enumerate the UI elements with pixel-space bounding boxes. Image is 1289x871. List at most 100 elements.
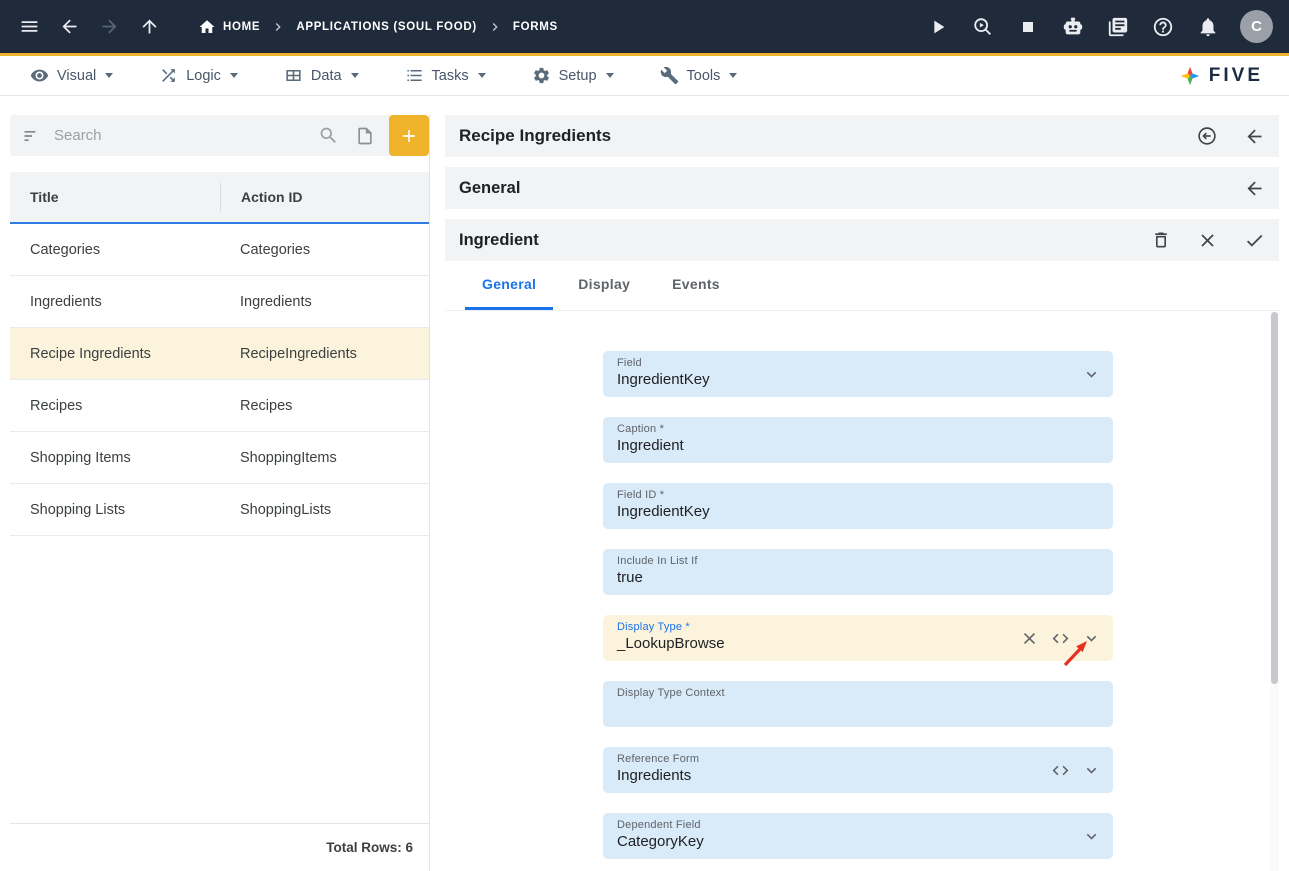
field-dependent-field[interactable]: Dependent Field CategoryKey (603, 813, 1113, 859)
clear-icon[interactable] (1020, 629, 1039, 648)
column-header-action-id[interactable]: Action ID (220, 183, 429, 211)
breadcrumb-applications[interactable]: APPLICATIONS (SOUL FOOD) (296, 21, 477, 33)
gear-icon (532, 66, 551, 85)
table-row[interactable]: Shopping Items ShoppingItems (10, 432, 429, 484)
arrow-up-icon (139, 16, 160, 37)
column-header-title[interactable]: Title (10, 189, 220, 205)
forms-table: Title Action ID Categories Categories In… (10, 172, 429, 536)
avatar[interactable]: C (1240, 10, 1273, 43)
page-title: Recipe Ingredients (459, 126, 611, 146)
menu-toolbar: Visual Logic Data Tasks (0, 56, 1289, 96)
tab-events[interactable]: Events (655, 261, 737, 310)
field-value: IngredientKey (617, 503, 1099, 521)
add-form-button[interactable] (389, 115, 429, 156)
general-collapse-button[interactable] (1244, 178, 1265, 199)
table-row[interactable]: Categories Categories (10, 224, 429, 276)
delete-button[interactable] (1151, 230, 1171, 250)
code-icon[interactable] (1051, 761, 1070, 780)
menu-tools[interactable]: Tools (660, 66, 738, 85)
table-row[interactable]: Shopping Lists ShoppingLists (10, 484, 429, 536)
field-field-id[interactable]: Field ID * IngredientKey (603, 483, 1113, 529)
field-include-in-list-if[interactable]: Include In List If true (603, 549, 1113, 595)
five-spark-icon (1179, 65, 1201, 87)
save-button[interactable] (1244, 230, 1265, 251)
menu-visual[interactable]: Visual (30, 66, 113, 85)
tab-general[interactable]: General (465, 261, 553, 310)
cancel-button[interactable] (1197, 230, 1218, 251)
form-editor-panel: Recipe Ingredients General Ingredient (445, 115, 1279, 871)
field-display-type-context[interactable]: Display Type Context (603, 681, 1113, 727)
tab-display[interactable]: Display (561, 261, 647, 310)
up-button[interactable] (136, 14, 162, 40)
back-button[interactable] (56, 14, 82, 40)
checklist-icon (405, 66, 424, 85)
menu-data[interactable]: Data (284, 66, 359, 85)
cell-title: Shopping Items (10, 450, 220, 466)
field-form: Field IngredientKey Caption * Ingredient… (445, 311, 1279, 859)
help-button[interactable] (1150, 14, 1176, 40)
notifications-button[interactable] (1195, 14, 1221, 40)
cell-title: Categories (10, 242, 220, 258)
arrow-forward-icon (99, 16, 120, 37)
menu-tools-label: Tools (687, 68, 721, 84)
search-icon[interactable] (318, 125, 339, 146)
breadcrumb-forms[interactable]: FORMS (513, 21, 558, 33)
cell-title: Shopping Lists (10, 502, 220, 518)
chevron-right-icon (270, 19, 286, 35)
field-label: Reference Form (617, 753, 1099, 765)
field-label: Field (617, 357, 1099, 369)
home-icon (198, 18, 216, 36)
run-button[interactable] (925, 14, 951, 40)
field-value: CategoryKey (617, 833, 1099, 851)
topbar-actions: C (925, 10, 1273, 43)
hamburger-menu-button[interactable] (16, 14, 42, 40)
menu-setup[interactable]: Setup (532, 66, 614, 85)
robot-icon (1062, 16, 1084, 38)
bell-icon (1197, 16, 1219, 38)
field-reference-form[interactable]: Reference Form Ingredients (603, 747, 1113, 793)
table-row[interactable]: Ingredients Ingredients (10, 276, 429, 328)
cell-action-id: ShoppingLists (220, 502, 429, 518)
general-section-bar: General (445, 167, 1279, 209)
menu-tasks-label: Tasks (432, 68, 469, 84)
scrollbar-thumb[interactable] (1271, 312, 1278, 684)
table-icon (284, 66, 303, 85)
field-value: Ingredient (617, 437, 1099, 455)
preview-button[interactable] (970, 14, 996, 40)
document-icon[interactable] (355, 126, 375, 146)
chevron-down-icon[interactable] (1082, 761, 1101, 780)
breadcrumb: HOME APPLICATIONS (SOUL FOOD) FORMS (198, 18, 558, 36)
field-display-type[interactable]: Display Type * _LookupBrowse (603, 615, 1113, 661)
caret-down-icon (230, 73, 238, 78)
stop-button[interactable] (1015, 14, 1041, 40)
knowledge-base-button[interactable] (1105, 14, 1131, 40)
search-input[interactable] (54, 127, 318, 144)
chevron-down-icon[interactable] (1082, 365, 1101, 384)
menu-tasks[interactable]: Tasks (405, 66, 486, 85)
forward-button[interactable] (96, 14, 122, 40)
cell-title: Recipe Ingredients (10, 346, 220, 362)
cell-action-id: Recipes (220, 398, 429, 414)
breadcrumb-home[interactable]: HOME (198, 18, 260, 36)
chevron-down-icon[interactable] (1082, 629, 1101, 648)
revert-button[interactable] (1196, 125, 1218, 147)
copilot-button[interactable] (1060, 14, 1086, 40)
logic-flow-icon (159, 66, 178, 85)
field-caption[interactable]: Caption * Ingredient (603, 417, 1113, 463)
play-icon (927, 16, 949, 38)
caret-down-icon (351, 73, 359, 78)
panel-back-button[interactable] (1244, 126, 1265, 147)
table-row[interactable]: Recipes Recipes (10, 380, 429, 432)
library-books-icon (1107, 16, 1129, 38)
sort-filter-icon[interactable] (22, 126, 42, 146)
breadcrumb-forms-label: FORMS (513, 21, 558, 33)
table-row-selected[interactable]: Recipe Ingredients RecipeIngredients (10, 328, 429, 380)
code-icon[interactable] (1051, 629, 1070, 648)
chevron-right-icon (487, 19, 503, 35)
form-scrollbar (1270, 312, 1279, 871)
chevron-down-icon[interactable] (1082, 827, 1101, 846)
menu-data-label: Data (311, 68, 342, 84)
arrow-left-icon (1244, 126, 1265, 147)
menu-logic[interactable]: Logic (159, 66, 238, 85)
field-field[interactable]: Field IngredientKey (603, 351, 1113, 397)
